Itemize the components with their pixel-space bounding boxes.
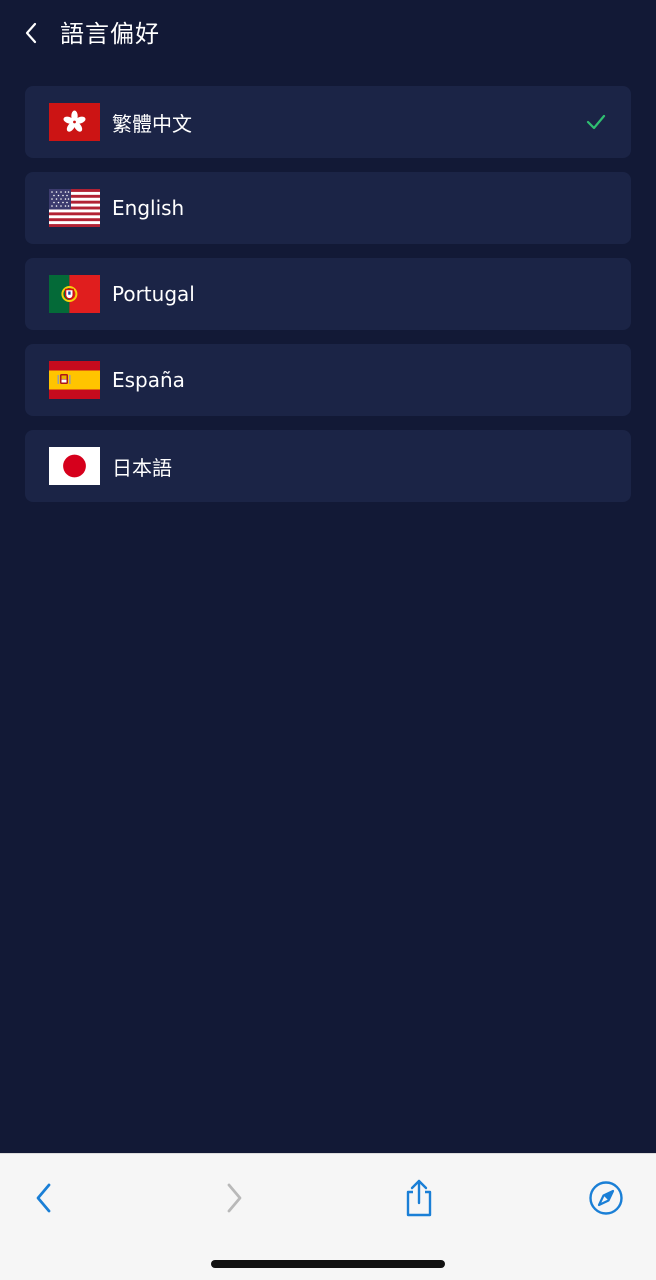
page-title: 語言偏好	[60, 20, 160, 48]
language-label: 繁體中文	[112, 111, 192, 136]
language-label: English	[112, 196, 185, 220]
compass-icon	[589, 1181, 623, 1215]
home-indicator	[211, 1260, 445, 1268]
portugal-flag-icon	[49, 275, 100, 313]
language-option-traditional-chinese[interactable]: 繁體中文	[25, 86, 631, 158]
language-option-portuguese[interactable]: Portugal	[25, 258, 631, 330]
language-label: 日本語	[112, 455, 172, 480]
language-option-japanese[interactable]: 日本語	[25, 430, 631, 502]
browser-back-icon	[36, 1183, 51, 1213]
back-button[interactable]	[18, 18, 44, 48]
header: 語言偏好	[0, 0, 656, 68]
browser-back-button[interactable]	[22, 1176, 66, 1220]
chevron-left-icon	[25, 22, 37, 44]
checkmark-icon	[585, 112, 607, 132]
language-option-english[interactable]: English	[25, 172, 631, 244]
browser-forward-icon	[227, 1183, 242, 1213]
language-option-spanish[interactable]: España	[25, 344, 631, 416]
compass-button[interactable]	[584, 1176, 628, 1220]
japan-flag-icon	[49, 447, 100, 485]
language-label: España	[112, 368, 185, 392]
browser-forward-button[interactable]	[212, 1176, 256, 1220]
usa-flag-icon	[49, 189, 100, 227]
share-icon	[406, 1179, 432, 1217]
share-button[interactable]	[397, 1176, 441, 1220]
hong-kong-flag-icon	[49, 103, 100, 141]
language-label: Portugal	[112, 282, 195, 306]
language-list: 繁體中文 English Portugal España 日本語	[25, 86, 631, 516]
spain-flag-icon	[49, 361, 100, 399]
